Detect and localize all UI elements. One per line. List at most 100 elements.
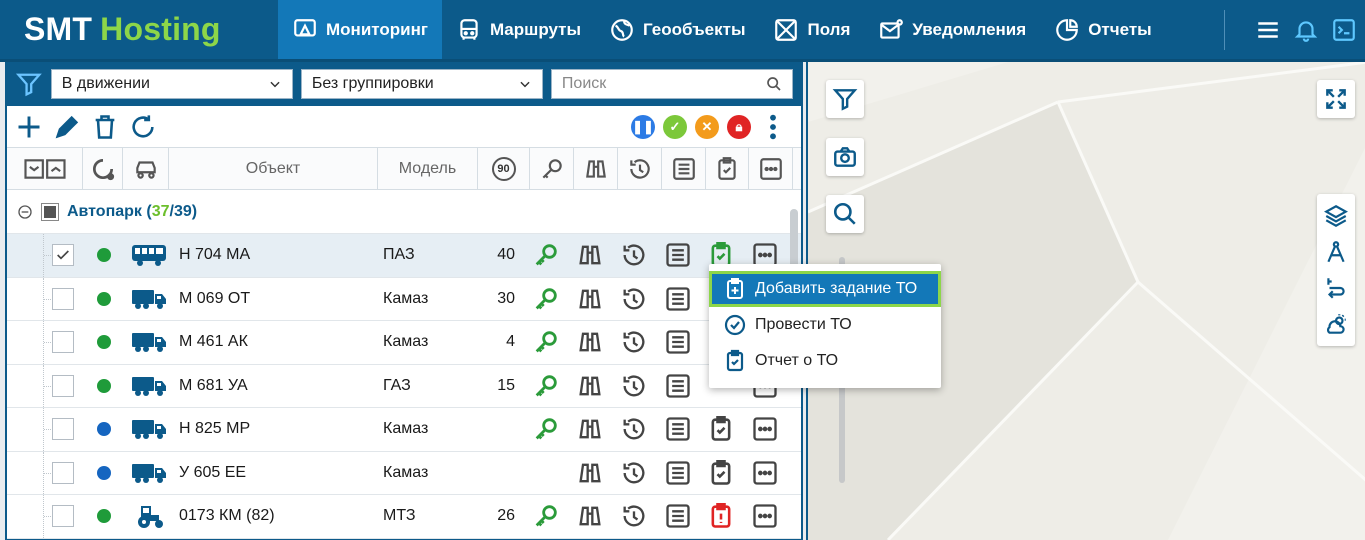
maintenance-column-header[interactable] xyxy=(706,148,749,189)
group-row-autopark[interactable]: Автопарк (37/39) xyxy=(7,190,801,234)
row-checkbox[interactable] xyxy=(52,418,74,441)
object-name[interactable]: Н 704 МА xyxy=(179,246,250,264)
more-icon[interactable] xyxy=(750,458,780,488)
list-icon[interactable] xyxy=(663,458,693,488)
delete-icon[interactable] xyxy=(91,113,119,141)
nav-item-notifications[interactable]: Уведомления xyxy=(864,0,1040,59)
list-icon[interactable] xyxy=(663,240,693,270)
bell-icon[interactable] xyxy=(1293,17,1319,43)
nav-item-reports[interactable]: Отчеты xyxy=(1040,0,1166,59)
binoculars-icon[interactable] xyxy=(575,284,605,314)
table-row[interactable]: М 461 АК Камаз 4 xyxy=(7,321,801,365)
more-icon[interactable] xyxy=(750,501,780,531)
binoculars-icon[interactable] xyxy=(575,414,605,444)
perform-maintenance-item[interactable]: Провести ТО xyxy=(709,307,941,343)
history-column-header[interactable] xyxy=(618,148,662,189)
top-navigation-bar: SMT Hosting Мониторинг Маршруты Геообъек… xyxy=(0,0,1365,62)
nav-item-routes[interactable]: Маршруты xyxy=(442,0,595,59)
history-icon[interactable] xyxy=(619,371,649,401)
add-icon[interactable] xyxy=(15,113,43,141)
row-checkbox[interactable] xyxy=(52,244,74,267)
more-icon[interactable] xyxy=(750,414,780,444)
clipboard-check-icon[interactable] xyxy=(706,458,736,488)
list-icon[interactable] xyxy=(663,414,693,444)
filter-icon[interactable] xyxy=(15,70,43,98)
row-checkbox[interactable] xyxy=(52,461,74,484)
route-icon[interactable] xyxy=(1323,275,1349,301)
add-maintenance-task-item[interactable]: Добавить задание ТО xyxy=(709,271,941,307)
pause-status-icon[interactable]: ❚❚ xyxy=(631,114,655,139)
details-column-header[interactable] xyxy=(662,148,706,189)
row-checkbox[interactable] xyxy=(52,287,74,310)
model-column-header[interactable]: Модель xyxy=(378,148,478,189)
collapse-icon[interactable] xyxy=(17,204,33,220)
binoculars-icon[interactable] xyxy=(575,240,605,270)
object-name[interactable]: Н 825 МР xyxy=(179,420,250,438)
history-icon[interactable] xyxy=(619,501,649,531)
weather-icon[interactable] xyxy=(1323,311,1349,337)
terminal-icon[interactable] xyxy=(1331,17,1357,43)
list-icon[interactable] xyxy=(663,371,693,401)
nav-item-geoobjects[interactable]: Геообъекты xyxy=(595,0,759,59)
brand-logo[interactable]: SMT Hosting xyxy=(0,0,278,59)
history-icon[interactable] xyxy=(619,458,649,488)
lock-status-icon[interactable]: 🔒︎ xyxy=(727,114,751,139)
list-icon[interactable] xyxy=(663,501,693,531)
speed-column-header[interactable]: 90 xyxy=(478,148,530,189)
group-active-count: 37 xyxy=(151,202,170,220)
history-icon[interactable] xyxy=(619,284,649,314)
history-icon[interactable] xyxy=(619,327,649,357)
edit-icon[interactable] xyxy=(53,113,81,141)
binoculars-icon[interactable] xyxy=(575,501,605,531)
group-checkbox[interactable] xyxy=(41,202,59,221)
connection-header[interactable] xyxy=(83,148,123,189)
nav-item-monitoring[interactable]: Мониторинг xyxy=(278,0,442,59)
binoculars-icon[interactable] xyxy=(575,371,605,401)
object-name[interactable]: М 681 УА xyxy=(179,377,248,395)
table-row[interactable]: М 069 ОТ Камаз 30 xyxy=(7,277,801,321)
map-filter-button[interactable] xyxy=(826,80,864,118)
maintenance-report-item[interactable]: Отчет о ТО xyxy=(709,343,941,379)
more-vertical-icon[interactable] xyxy=(759,113,787,141)
map-search-button[interactable] xyxy=(826,195,864,233)
nav-item-fields[interactable]: Поля xyxy=(759,0,864,59)
ignition-column-header[interactable] xyxy=(530,148,574,189)
clipboard-check-icon[interactable] xyxy=(706,414,736,444)
object-name[interactable]: У 605 ЕЕ xyxy=(179,464,246,482)
object-column-header[interactable]: Объект xyxy=(169,148,378,189)
binoculars-icon[interactable] xyxy=(575,458,605,488)
object-name[interactable]: М 461 АК xyxy=(179,333,248,351)
map-screenshot-button[interactable] xyxy=(826,138,864,176)
list-icon[interactable] xyxy=(663,284,693,314)
menu-icon[interactable] xyxy=(1255,17,1281,43)
grouping-select[interactable]: Без группировки xyxy=(300,69,543,99)
table-row[interactable]: 0173 КМ (82) МТЗ 26 xyxy=(7,495,801,539)
clipboard-check-icon[interactable] xyxy=(706,501,736,531)
table-row[interactable]: Н 825 МР Камаз xyxy=(7,408,801,452)
object-name[interactable]: М 069 ОТ xyxy=(179,290,250,308)
table-row[interactable]: У 605 ЕЕ Камаз xyxy=(7,451,801,495)
menu-item-label: Провести ТО xyxy=(755,316,852,333)
search-input[interactable]: Поиск xyxy=(550,69,793,99)
layers-icon[interactable] xyxy=(1323,203,1349,229)
expand-collapse-header[interactable] xyxy=(7,148,83,189)
table-row[interactable]: Н 704 МА ПАЗ 40 xyxy=(7,234,801,278)
history-icon[interactable] xyxy=(619,240,649,270)
row-checkbox[interactable] xyxy=(52,505,74,528)
more-column-header[interactable] xyxy=(749,148,793,189)
vehicle-type-header[interactable] xyxy=(123,148,169,189)
measure-icon[interactable] xyxy=(1323,239,1349,265)
ok-status-icon[interactable]: ✓ xyxy=(663,114,687,139)
list-icon[interactable] xyxy=(663,327,693,357)
maintenance-status-icon[interactable]: ✕ xyxy=(695,114,719,139)
refresh-icon[interactable] xyxy=(129,113,157,141)
history-icon[interactable] xyxy=(619,414,649,444)
state-filter-select[interactable]: В движении xyxy=(50,69,293,99)
binoculars-icon[interactable] xyxy=(575,327,605,357)
table-row[interactable]: М 681 УА ГАЗ 15 xyxy=(7,364,801,408)
track-column-header[interactable] xyxy=(574,148,618,189)
row-checkbox[interactable] xyxy=(52,374,74,397)
row-checkbox[interactable] xyxy=(52,331,74,354)
object-name[interactable]: 0173 КМ (82) xyxy=(179,507,275,525)
fullscreen-button[interactable] xyxy=(1317,80,1355,118)
